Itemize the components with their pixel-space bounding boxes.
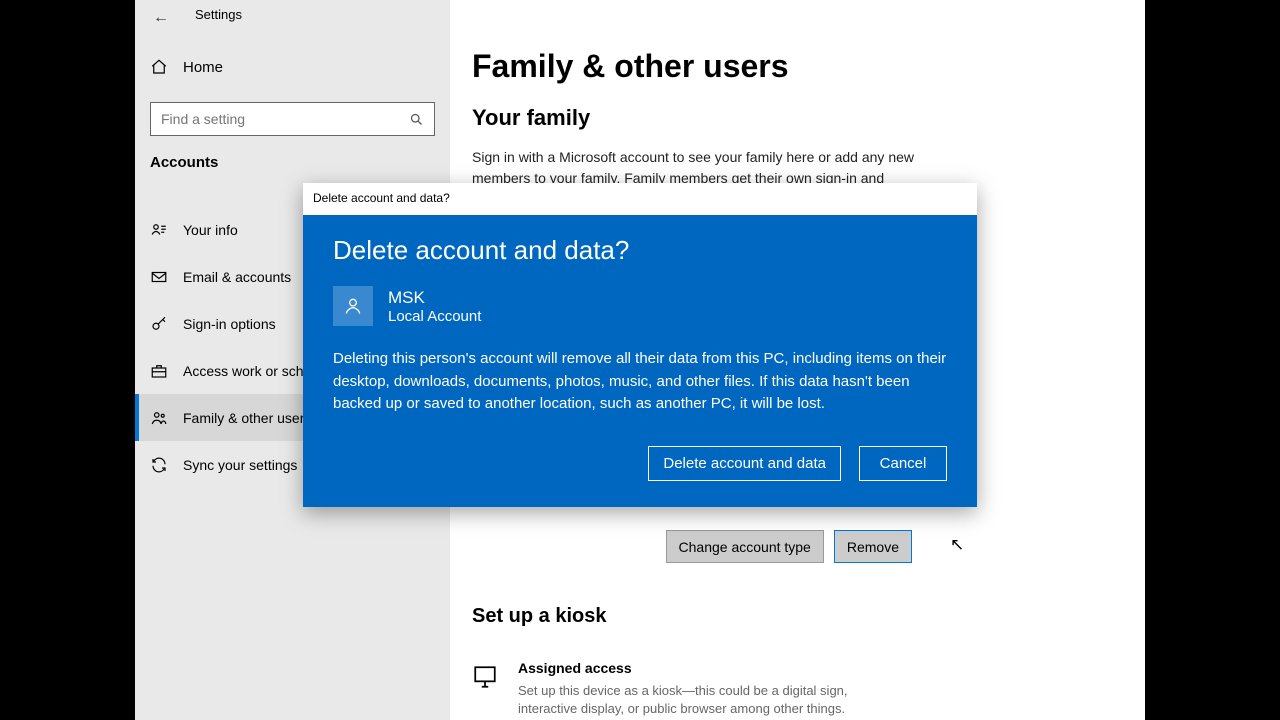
back-arrow-icon[interactable]: ← <box>153 9 169 27</box>
search-icon <box>409 112 424 127</box>
monitor-icon <box>472 664 498 690</box>
dialog-body-text: Deleting this person's account will remo… <box>333 348 947 416</box>
account-name: MSK <box>388 288 481 308</box>
account-avatar <box>333 286 373 326</box>
account-type: Local Account <box>388 308 481 325</box>
change-account-type-button[interactable]: Change account type <box>666 530 824 563</box>
home-icon <box>150 58 168 76</box>
cancel-button[interactable]: Cancel <box>859 446 947 481</box>
window-title: Settings <box>195 7 242 22</box>
dialog-titlebar: Delete account and data? <box>303 183 977 215</box>
search-input[interactable] <box>161 111 409 127</box>
mail-icon <box>150 268 168 286</box>
sidebar-category: Accounts <box>150 154 218 171</box>
sidebar-item-label: Sync your settings <box>183 457 297 473</box>
key-icon <box>150 315 168 333</box>
sidebar-item-label: Family & other users <box>183 410 311 426</box>
dialog-heading: Delete account and data? <box>333 235 947 266</box>
delete-account-dialog: Delete account and data? Delete account … <box>303 183 977 507</box>
kiosk-heading: Set up a kiosk <box>472 605 607 628</box>
family-heading: Your family <box>472 105 1123 131</box>
kiosk-row[interactable]: Assigned access Set up this device as a … <box>472 660 898 718</box>
kiosk-description: Set up this device as a kiosk—this could… <box>518 682 898 718</box>
sidebar-item-label: Your info <box>183 222 238 238</box>
sidebar-item-label: Sign-in options <box>183 316 276 332</box>
sync-icon <box>150 456 168 474</box>
sidebar-item-label: Email & accounts <box>183 269 291 285</box>
briefcase-icon <box>150 362 168 380</box>
person-card-icon <box>150 221 168 239</box>
kiosk-title: Assigned access <box>518 660 632 676</box>
remove-user-button[interactable]: Remove <box>834 530 912 563</box>
search-input-wrap[interactable] <box>150 102 435 136</box>
sidebar-item-label: Access work or school <box>183 363 322 379</box>
page-title: Family & other users <box>472 48 1123 85</box>
sidebar-home[interactable]: Home <box>150 58 223 76</box>
person-icon <box>343 296 363 316</box>
sidebar-home-label: Home <box>183 59 223 76</box>
delete-confirm-button[interactable]: Delete account and data <box>648 446 841 481</box>
family-icon <box>150 409 168 427</box>
